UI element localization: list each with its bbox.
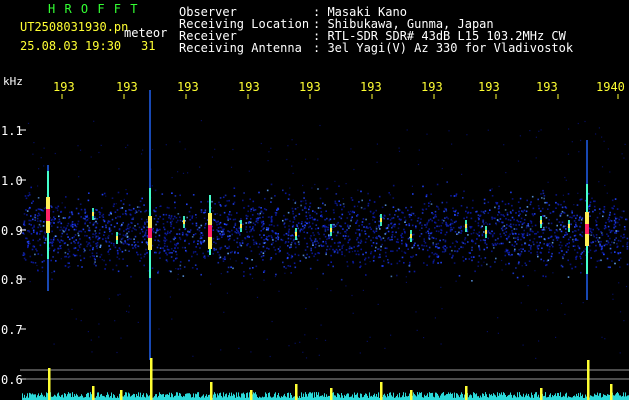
- y-tick-label: 0.7: [1, 323, 23, 337]
- y-tick-label: 1.0: [1, 174, 23, 188]
- x-tick-label: 193: [177, 80, 199, 94]
- hrofft-screenshot: H R O F F T UT2508031930.pn meteor 25.08…: [0, 0, 629, 400]
- frame-number: 31: [141, 39, 156, 53]
- x-tick-label: 193: [421, 80, 443, 94]
- noise-band: [22, 120, 629, 359]
- value-antenna: : 3el Yagi(V) Az 330 for Vladivostok: [313, 41, 574, 55]
- y-tick-label: 0.6: [1, 373, 23, 387]
- x-tick-label: 193: [360, 80, 382, 94]
- x-tick-label: 193: [536, 80, 558, 94]
- x-tick-label: 193: [53, 80, 75, 94]
- y-tick-label: 0.9: [1, 224, 23, 238]
- axis-marks: [20, 94, 629, 380]
- filename-suffix: meteor: [124, 26, 168, 40]
- x-tick-label: 193: [299, 80, 321, 94]
- x-tick-label: 193: [116, 80, 138, 94]
- spectrogram: [20, 90, 629, 400]
- y-unit-label: kHz: [3, 75, 23, 88]
- x-tick-label: 193: [238, 80, 260, 94]
- x-tick-label: 1940: [596, 80, 625, 94]
- y-tick-label: 1.1: [1, 124, 23, 138]
- app-title: H R O F F T: [48, 2, 139, 16]
- label-antenna: Receiving Antenna: [179, 41, 302, 55]
- filename: UT2508031930.pn: [20, 20, 129, 34]
- y-tick-label: 0.8: [1, 273, 23, 287]
- x-tick-label: 193: [478, 80, 500, 94]
- datetime: 25.08.03 19:30: [20, 39, 122, 53]
